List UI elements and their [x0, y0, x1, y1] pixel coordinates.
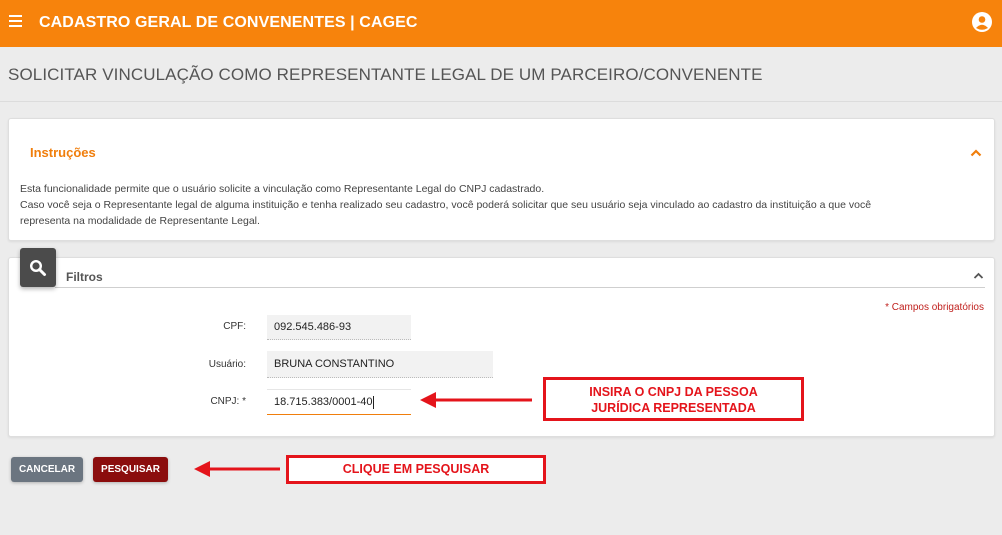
instructions-panel: Instruções Esta funcionalidade permite q…	[8, 118, 995, 241]
user-account-icon[interactable]	[972, 12, 992, 32]
chevron-up-icon[interactable]	[970, 147, 982, 159]
cnpj-input-value: 18.715.383/0001-40	[274, 396, 373, 408]
cnpj-label: CNPJ: *	[210, 396, 246, 407]
search-button[interactable]: PESQUISAR	[93, 457, 168, 482]
callout-line: JURÍDICA REPRESENTADA	[591, 401, 756, 415]
user-field: BRUNA CONSTANTINO	[267, 351, 493, 378]
filters-divider	[55, 287, 985, 288]
annotation-callout-search: CLIQUE EM PESQUISAR	[286, 455, 546, 484]
app-title: CADASTRO GERAL DE CONVENENTES | CAGEC	[39, 14, 418, 31]
instructions-text: Esta funcionalidade permite que o usuári…	[20, 181, 980, 229]
filters-title[interactable]: Filtros	[66, 270, 103, 284]
instructions-line: Caso você seja o Representante legal de …	[20, 199, 872, 211]
instructions-title[interactable]: Instruções	[30, 145, 96, 160]
cpf-field: 092.545.486-93	[267, 315, 411, 340]
callout-line: INSIRA O CNPJ DA PESSOA	[589, 385, 758, 399]
app-header: CADASTRO GERAL DE CONVENENTES | CAGEC	[0, 0, 1002, 47]
required-fields-note: * Campos obrigatórios	[885, 302, 984, 313]
chevron-up-icon[interactable]	[973, 270, 984, 281]
cnpj-input[interactable]: 18.715.383/0001-40	[267, 389, 411, 415]
annotation-arrow-icon	[420, 392, 532, 408]
hamburger-icon[interactable]	[9, 15, 22, 29]
cancel-button[interactable]: CANCELAR	[11, 457, 83, 482]
annotation-callout-cnpj: INSIRA O CNPJ DA PESSOA JURÍDICA REPRESE…	[543, 377, 804, 421]
magnifier-icon	[29, 259, 46, 276]
instructions-line: representa na modalidade de Representant…	[20, 215, 260, 227]
filters-panel: Filtros * Campos obrigatórios CPF: 092.5…	[8, 257, 995, 437]
search-icon	[20, 248, 56, 287]
text-caret	[373, 395, 375, 409]
annotation-arrow-icon	[194, 461, 280, 477]
title-divider	[0, 101, 1002, 102]
cpf-label: CPF:	[223, 321, 246, 332]
instructions-line: Esta funcionalidade permite que o usuári…	[20, 183, 545, 195]
page-title: SOLICITAR VINCULAÇÃO COMO REPRESENTANTE …	[8, 65, 763, 84]
user-label: Usuário:	[208, 359, 246, 370]
